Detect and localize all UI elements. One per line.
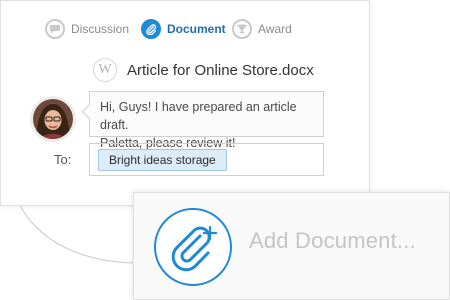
comment-textarea[interactable]: Hi, Guys! I have prepared an article dra… (89, 91, 324, 150)
add-document-panel[interactable]: Add Document... (133, 192, 450, 300)
to-label: To: (54, 152, 72, 167)
add-document-label: Add Document... (249, 228, 416, 253)
tab-award[interactable]: Award (232, 17, 292, 41)
tab-document[interactable]: Document (141, 17, 226, 41)
add-document-button[interactable] (154, 208, 232, 286)
paperclip-plus-icon (171, 225, 218, 272)
document-filename[interactable]: Article for Online Store.docx (127, 62, 314, 79)
tab-label: Document (167, 22, 226, 36)
recipient-tag[interactable]: Bright ideas storage (98, 149, 227, 171)
paperclip-icon (141, 19, 161, 39)
word-doc-icon: W (93, 58, 117, 82)
document-title-row: W Article for Online Store.docx (93, 57, 314, 83)
tab-discussion[interactable]: Discussion (45, 17, 129, 41)
discussion-icon (45, 19, 65, 39)
comment-line: Hi, Guys! I have prepared an article dra… (100, 100, 297, 132)
share-card: Discussion Document Award W Article for … (0, 0, 370, 206)
tab-label: Award (258, 22, 292, 36)
avatar (33, 99, 73, 139)
tab-label: Discussion (71, 22, 130, 36)
trophy-icon (232, 19, 252, 39)
recipient-field[interactable]: Bright ideas storage (89, 143, 324, 176)
